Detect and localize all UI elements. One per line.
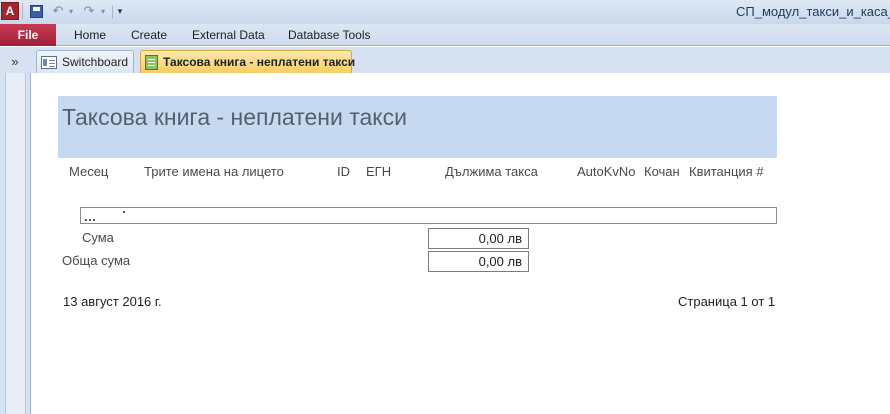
sum-label: Сума <box>82 230 114 245</box>
sum-value: 0,00 лв <box>428 228 529 249</box>
page-number: Страница 1 от 1 <box>678 294 776 309</box>
column-header-month: Месец <box>69 164 109 179</box>
report-title: Таксова книга - неплатени такси <box>62 104 407 130</box>
document-tab-bar: » Switchboard Таксова книга - неплатени … <box>0 47 890 73</box>
navigation-pane-collapsed[interactable] <box>0 73 31 414</box>
ribbon-tab-bar: File Home Create External Data Database … <box>0 24 890 46</box>
title-bar: A ↶ ▾ ↷ ▾ ▾ СП_модул_такси_и_каса_20 <box>0 0 890 24</box>
column-header-autokvno: AutoKvNo <box>577 164 636 179</box>
column-header-receipt-number: Квитанция # <box>689 164 764 179</box>
customize-quick-access-icon[interactable]: ▾ <box>114 2 126 20</box>
quick-access-separator <box>22 3 23 20</box>
column-header-egn: ЕГН <box>366 164 392 179</box>
tab-home[interactable]: Home <box>74 28 106 42</box>
total-sum-value: 0,00 лв <box>428 251 529 272</box>
detail-row-marks <box>83 209 133 223</box>
report-icon <box>145 54 158 70</box>
report-date: 13 август 2016 г. <box>63 294 162 309</box>
redo-dropdown-icon[interactable]: ▾ <box>98 2 108 20</box>
navigation-pane-bar[interactable] <box>5 73 26 414</box>
tab-database-tools[interactable]: Database Tools <box>288 28 371 42</box>
navigation-pane-toggle-icon[interactable]: » <box>4 51 26 71</box>
access-app-icon[interactable]: A <box>1 2 19 20</box>
redo-icon[interactable]: ↷ <box>80 2 98 20</box>
detail-row-field <box>80 207 777 224</box>
tab-create[interactable]: Create <box>131 28 167 42</box>
doc-tab-report[interactable]: Таксова книга - неплатени такси <box>140 50 356 73</box>
window-title: СП_модул_такси_и_каса_20 <box>736 4 890 19</box>
column-header-full-name: Трите имена на лицето <box>144 164 284 179</box>
column-header-kochan: Кочан <box>644 164 680 179</box>
total-sum-label: Обща сума <box>62 253 131 268</box>
save-icon[interactable] <box>27 2 45 20</box>
undo-dropdown-icon[interactable]: ▾ <box>66 2 76 20</box>
form-icon <box>41 55 57 69</box>
undo-icon[interactable]: ↶ <box>49 2 67 20</box>
doc-tab-switchboard[interactable]: Switchboard <box>36 50 134 73</box>
quick-access-separator-2 <box>112 5 113 19</box>
column-header-due-fee: Дължима такса <box>445 164 538 179</box>
tab-external-data[interactable]: External Data <box>192 28 265 42</box>
doc-tab-label: Switchboard <box>62 55 129 69</box>
column-header-id: ID <box>337 164 350 179</box>
file-tab[interactable]: File <box>0 24 56 46</box>
doc-tab-label: Таксова книга - неплатени такси <box>163 55 356 69</box>
